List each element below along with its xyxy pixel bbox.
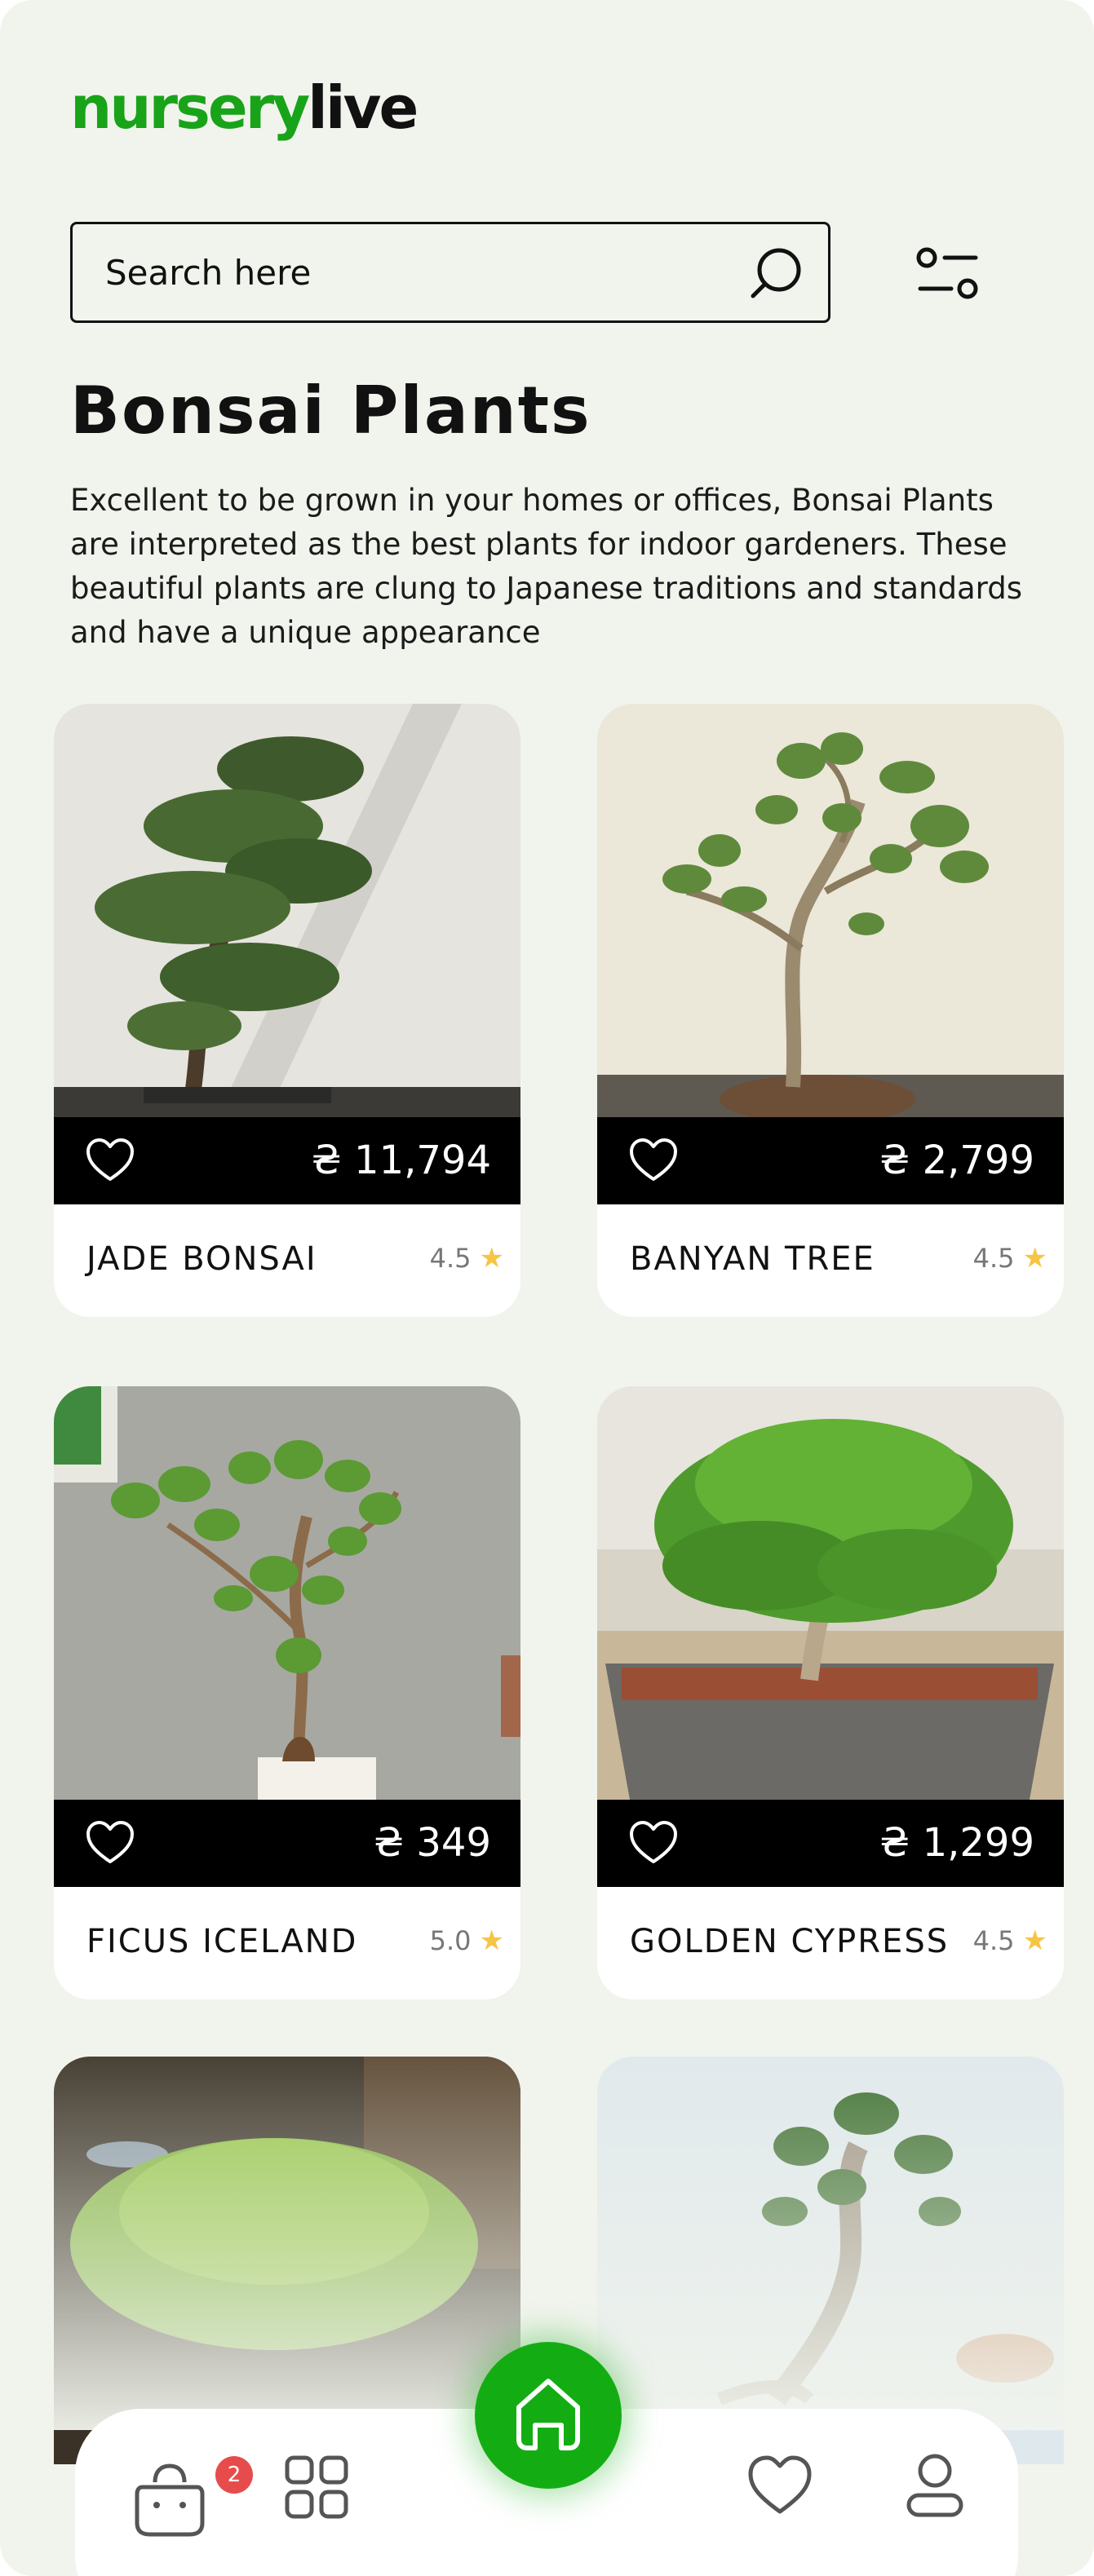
- product-price: ₴ 1,299: [879, 1820, 1034, 1866]
- home-button[interactable]: [475, 2342, 622, 2489]
- page-title: Bonsai Plants: [70, 373, 591, 448]
- product-name: FICUS ICELAND: [86, 1923, 358, 1960]
- favorite-heart-icon[interactable]: [628, 1819, 679, 1867]
- product-rating: 4.5 ★: [973, 1204, 1047, 1312]
- product-rating: 4.5 ★: [430, 1204, 504, 1312]
- cart-button[interactable]: 2: [124, 2448, 263, 2538]
- app-screen: nurserylive Bonsai Plants Excellent to b…: [0, 0, 1094, 2576]
- rating-value: 4.5: [972, 1243, 1015, 1274]
- product-image: [54, 1386, 520, 1800]
- product-card-ficus-iceland[interactable]: ₴ 349 FICUS ICELAND 5.0 ★: [54, 1386, 520, 1999]
- product-card-golden-cypress[interactable]: ₴ 1,299 GOLDEN CYPRESS 4.5 ★: [597, 1386, 1064, 1999]
- favorite-heart-icon[interactable]: [85, 1137, 135, 1184]
- brand-logo[interactable]: nurserylive: [70, 78, 419, 137]
- product-image: [597, 704, 1064, 1117]
- price-bar: ₴ 11,794: [54, 1117, 520, 1204]
- price-bar: ₴ 1,299: [597, 1800, 1064, 1887]
- product-rating: 4.5 ★: [973, 1887, 1047, 1995]
- price-bar: ₴ 2,799: [597, 1117, 1064, 1204]
- star-icon: ★: [1022, 1242, 1047, 1275]
- search-input[interactable]: [105, 224, 742, 320]
- product-name: BANYAN TREE: [630, 1240, 875, 1278]
- product-price: ₴ 2,799: [879, 1138, 1034, 1183]
- product-rating: 5.0 ★: [430, 1887, 504, 1995]
- home-icon: [516, 2379, 580, 2450]
- page-description: Excellent to be grown in your homes or o…: [70, 483, 1022, 650]
- product-name: GOLDEN CYPRESS: [630, 1923, 950, 1960]
- star-icon: ★: [479, 1242, 504, 1275]
- product-card-jade-bonsai[interactable]: ₴ 11,794 JADE BONSAI 4.5 ★: [54, 704, 520, 1317]
- user-icon[interactable]: [904, 2451, 966, 2520]
- heart-icon[interactable]: [747, 2454, 813, 2516]
- rating-value: 4.5: [972, 1925, 1015, 1956]
- search-icon[interactable]: [746, 245, 804, 303]
- rating-value: 5.0: [429, 1925, 472, 1956]
- product-price: ₴ 349: [373, 1820, 491, 1866]
- search-box: [70, 222, 830, 323]
- grid-icon[interactable]: [284, 2454, 349, 2520]
- product-card-banyan-tree[interactable]: ₴ 2,799 BANYAN TREE 4.5 ★: [597, 704, 1064, 1317]
- product-name: JADE BONSAI: [86, 1240, 317, 1278]
- cart-count-badge: 2: [215, 2456, 253, 2494]
- filter-icon[interactable]: [915, 246, 981, 303]
- brand-logo-part1: nursery: [70, 73, 310, 142]
- price-bar: ₴ 349: [54, 1800, 520, 1887]
- rating-value: 4.5: [429, 1243, 472, 1274]
- star-icon: ★: [1022, 1924, 1047, 1957]
- favorite-heart-icon[interactable]: [85, 1819, 135, 1867]
- star-icon: ★: [479, 1924, 504, 1957]
- shopping-bag-icon: [135, 2463, 205, 2537]
- favorite-heart-icon[interactable]: [628, 1137, 679, 1184]
- product-price: ₴ 11,794: [311, 1138, 491, 1183]
- product-image: [597, 1386, 1064, 1800]
- brand-logo-part2: live: [308, 73, 419, 142]
- product-image: [54, 704, 520, 1117]
